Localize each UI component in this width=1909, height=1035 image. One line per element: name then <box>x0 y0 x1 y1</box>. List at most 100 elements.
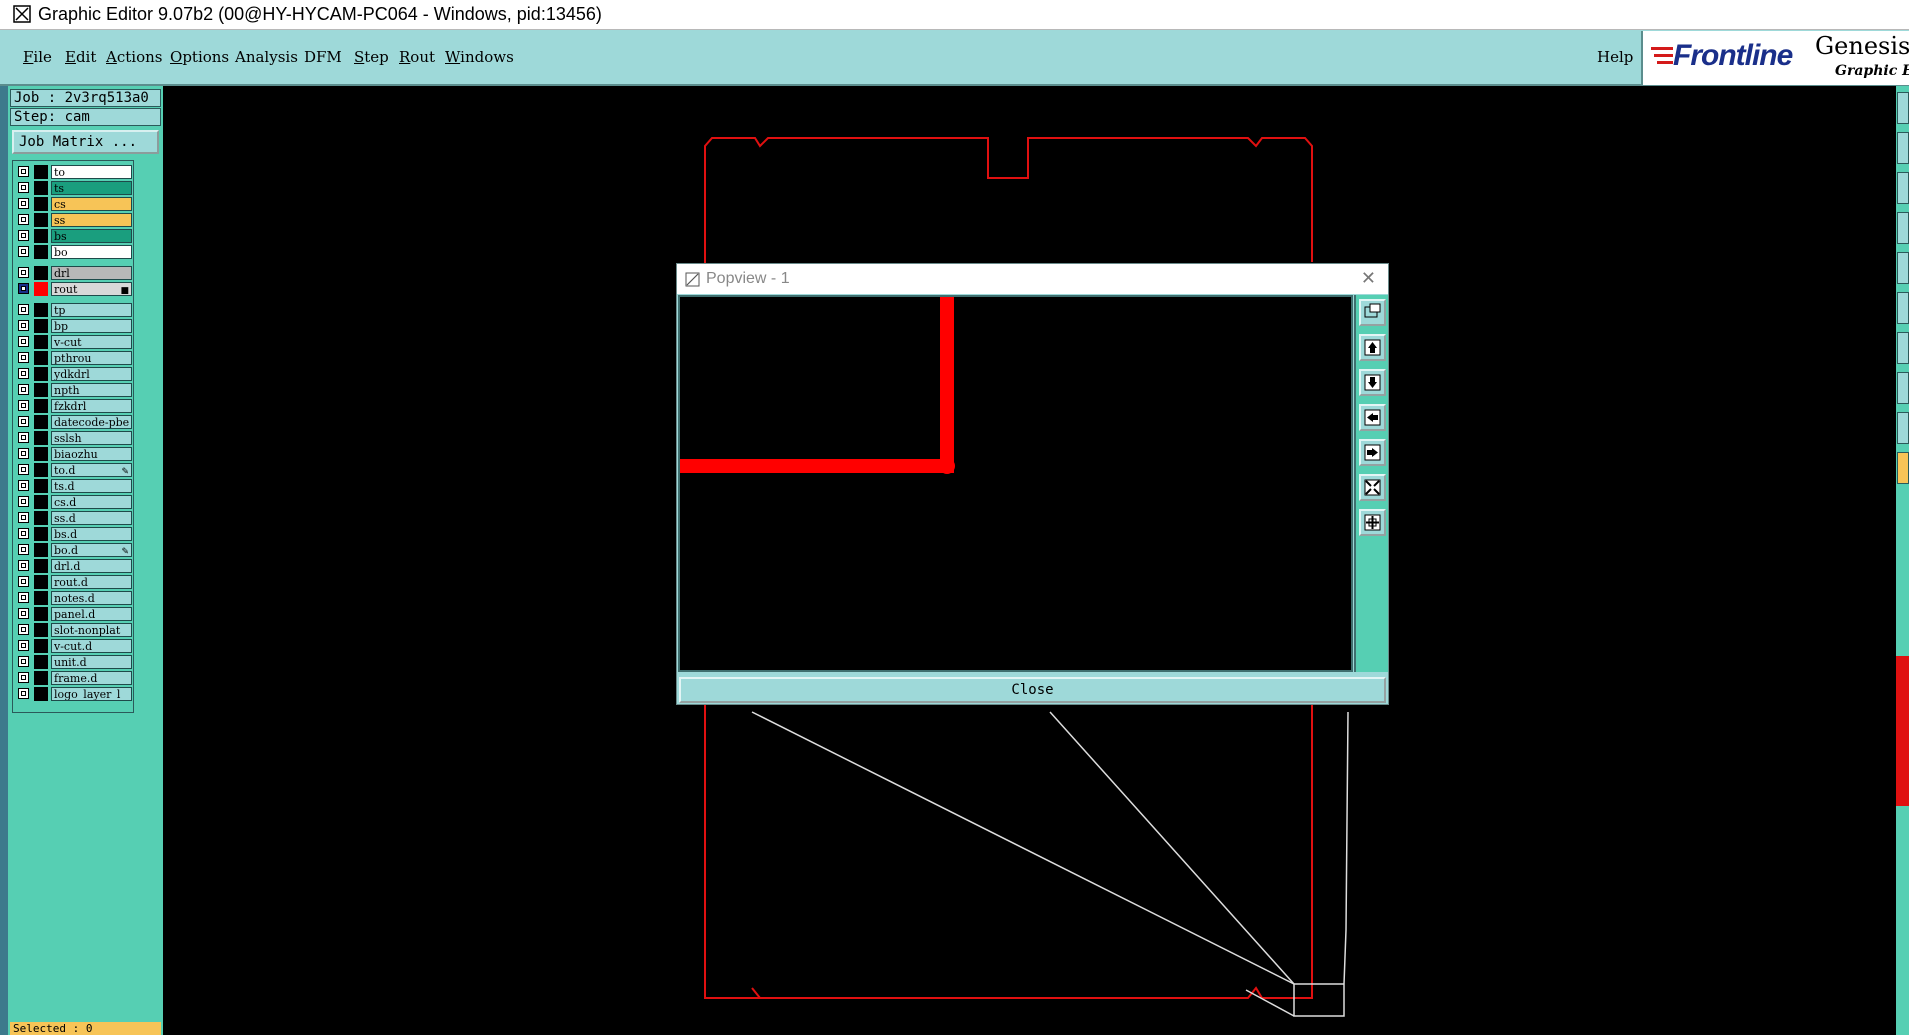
layer-name[interactable]: ss <box>51 213 132 227</box>
layer-name[interactable]: ts <box>51 181 132 195</box>
layer-color-swatch[interactable] <box>34 197 48 211</box>
layer-checkbox[interactable] <box>18 496 29 507</box>
layer-checkbox[interactable] <box>18 384 29 395</box>
job-matrix-button[interactable]: Job Matrix ... <box>12 130 159 154</box>
layer-color-swatch[interactable] <box>34 543 48 557</box>
layer-checkbox[interactable] <box>18 336 29 347</box>
menu-item[interactable]: DFM <box>304 48 342 66</box>
popview-close-icon[interactable]: ✕ <box>1361 268 1376 289</box>
layer-checkbox[interactable] <box>18 464 29 475</box>
layer-row[interactable]: to.d ✎ <box>16 463 132 478</box>
menu-item[interactable]: Rout <box>399 48 435 66</box>
layer-name[interactable]: bo <box>51 245 132 259</box>
layer-name[interactable]: bs <box>51 229 132 243</box>
layer-name[interactable]: v-cut.d <box>51 639 132 653</box>
layer-checkbox[interactable] <box>18 368 29 379</box>
layer-checkbox[interactable] <box>18 608 29 619</box>
layer-row[interactable]: sslsh <box>16 431 132 446</box>
layer-name[interactable]: cs <box>51 197 132 211</box>
layer-row[interactable]: to <box>16 165 132 180</box>
layer-row[interactable]: slot-nonplat <box>16 623 132 638</box>
layer-color-swatch[interactable] <box>34 671 48 685</box>
layer-name[interactable]: datecode-pbe <box>51 415 132 429</box>
right-tool-9[interactable] <box>1897 412 1909 444</box>
layer-checkbox[interactable] <box>18 432 29 443</box>
layer-checkbox[interactable] <box>18 320 29 331</box>
layer-checkbox[interactable] <box>18 448 29 459</box>
right-tool-7[interactable] <box>1897 332 1909 364</box>
popview-canvas[interactable] <box>678 295 1353 672</box>
layer-color-swatch[interactable] <box>34 639 48 653</box>
layer-color-swatch[interactable] <box>34 575 48 589</box>
right-tool-8[interactable] <box>1897 372 1909 404</box>
layer-name[interactable]: tp <box>51 303 132 317</box>
layer-row[interactable]: notes.d <box>16 591 132 606</box>
zoom-home-icon[interactable] <box>1359 509 1386 536</box>
layer-row[interactable]: drl <box>16 266 132 281</box>
layer-name[interactable]: ts.d <box>51 479 132 493</box>
layer-row[interactable]: cs.d <box>16 495 132 510</box>
menu-item[interactable]: Analysis <box>235 48 298 66</box>
layer-row[interactable]: drl.d <box>16 559 132 574</box>
layer-checkbox[interactable] <box>18 560 29 571</box>
menu-item[interactable]: Actions <box>106 48 162 66</box>
layer-row[interactable]: bo <box>16 245 132 260</box>
layer-color-swatch[interactable] <box>34 399 48 413</box>
layer-checkbox[interactable] <box>18 480 29 491</box>
layer-row[interactable]: ts.d <box>16 479 132 494</box>
layer-color-swatch[interactable] <box>34 319 48 333</box>
right-tool-10[interactable] <box>1897 452 1909 484</box>
layer-row[interactable]: npth <box>16 383 132 398</box>
layer-checkbox[interactable] <box>18 214 29 225</box>
layer-row[interactable]: biaozhu <box>16 447 132 462</box>
layer-row[interactable]: ss.d <box>16 511 132 526</box>
layer-color-swatch[interactable] <box>34 463 48 477</box>
zoom-window-icon[interactable] <box>1359 299 1386 326</box>
layer-name[interactable]: unit.d <box>51 655 132 669</box>
pan-left-icon[interactable] <box>1359 404 1386 431</box>
layer-checkbox[interactable] <box>18 512 29 523</box>
layer-row[interactable]: panel.d <box>16 607 132 622</box>
right-tool-1[interactable] <box>1897 92 1909 124</box>
right-tool-4[interactable] <box>1897 212 1909 244</box>
layer-checkbox[interactable] <box>18 246 29 257</box>
layer-color-swatch[interactable] <box>34 229 48 243</box>
layer-color-swatch[interactable] <box>34 511 48 525</box>
layer-checkbox[interactable] <box>18 352 29 363</box>
layer-checkbox[interactable] <box>18 528 29 539</box>
menu-item[interactable]: Step <box>354 48 389 66</box>
zoom-out-icon[interactable] <box>1359 474 1386 501</box>
layer-color-swatch[interactable] <box>34 623 48 637</box>
layer-color-swatch[interactable] <box>34 351 48 365</box>
layer-color-swatch[interactable] <box>34 165 48 179</box>
layer-color-swatch[interactable] <box>34 431 48 445</box>
right-tool-5[interactable] <box>1897 252 1909 284</box>
layer-name[interactable]: frame.d <box>51 671 132 685</box>
layer-name[interactable]: notes.d <box>51 591 132 605</box>
layer-color-swatch[interactable] <box>34 655 48 669</box>
layer-color-swatch[interactable] <box>34 335 48 349</box>
layer-color-swatch[interactable] <box>34 591 48 605</box>
layer-name[interactable]: biaozhu <box>51 447 132 461</box>
menu-help[interactable]: Help <box>1597 48 1633 66</box>
layer-name[interactable]: to.d ✎ <box>51 463 132 477</box>
layer-row[interactable]: bs <box>16 229 132 244</box>
layer-checkbox[interactable] <box>18 640 29 651</box>
layer-row[interactable]: rout ■ <box>16 282 132 297</box>
layer-row[interactable]: tp <box>16 303 132 318</box>
pan-down-icon[interactable] <box>1359 369 1386 396</box>
layer-name[interactable]: to <box>51 165 132 179</box>
layer-checkbox[interactable] <box>18 544 29 555</box>
layer-row[interactable]: bp <box>16 319 132 334</box>
layer-checkbox[interactable] <box>18 283 29 294</box>
layer-name[interactable]: slot-nonplat <box>51 623 132 637</box>
layer-name[interactable]: panel.d <box>51 607 132 621</box>
layer-name[interactable]: rout ■ <box>51 282 132 296</box>
layer-row[interactable]: pthrou <box>16 351 132 366</box>
layer-name[interactable]: bp <box>51 319 132 333</box>
layer-checkbox[interactable] <box>18 267 29 278</box>
layer-name[interactable]: bo.d ✎ <box>51 543 132 557</box>
layer-checkbox[interactable] <box>18 166 29 177</box>
layer-checkbox[interactable] <box>18 688 29 699</box>
layer-color-swatch[interactable] <box>34 687 48 701</box>
